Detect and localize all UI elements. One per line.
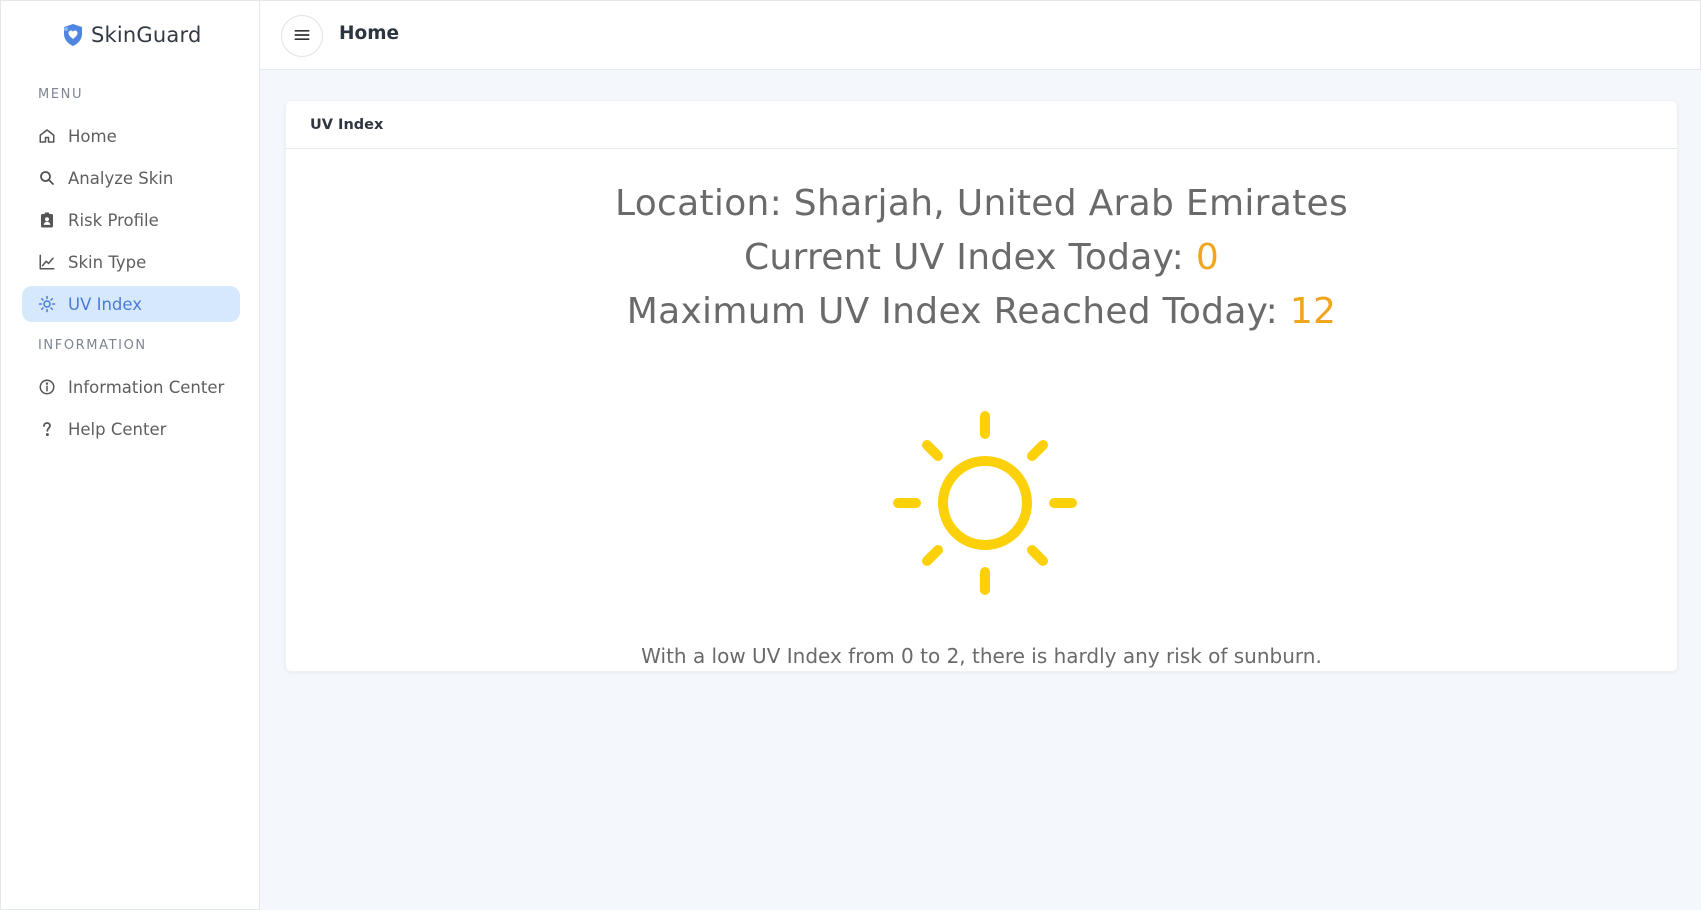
page-title: Home (339, 23, 400, 44)
question-icon (38, 420, 56, 438)
sidebar: SkinGuard MENU Home Analyze Skin Risk Pr… (0, 0, 260, 910)
current-uv-label: Current UV Index Today: (743, 237, 1196, 278)
max-uv-value: 12 (1289, 291, 1337, 332)
max-uv-label: Maximum UV Index Reached Today: (626, 291, 1290, 332)
topbar: Home (260, 0, 1701, 70)
current-uv-line: Current UV Index Today: 0 (286, 237, 1677, 278)
brand-name: SkinGuard (91, 23, 202, 47)
chart-line-icon (38, 253, 56, 271)
sidebar-item-help-center[interactable]: Help Center (22, 411, 240, 447)
sun-icon (890, 408, 1080, 598)
card-header: UV Index (286, 101, 1677, 149)
sidebar-item-label: Help Center (68, 419, 167, 439)
sidebar-item-label: Skin Type (68, 252, 147, 272)
menu-toggle-button[interactable] (281, 15, 323, 57)
sidebar-item-label: UV Index (68, 294, 143, 314)
sun-icon (38, 295, 56, 313)
sidebar-item-label: Home (68, 126, 117, 146)
sidebar-item-label: Risk Profile (68, 210, 159, 230)
location-text: Location: Sharjah, United Arab Emirates (614, 183, 1349, 224)
max-uv-line: Maximum UV Index Reached Today: 12 (286, 291, 1677, 332)
brand[interactable]: SkinGuard (59, 21, 201, 49)
sidebar-item-analyze-skin[interactable]: Analyze Skin (22, 160, 240, 196)
uv-risk-message: With a low UV Index from 0 to 2, there i… (641, 644, 1322, 668)
sidebar-item-risk-profile[interactable]: Risk Profile (22, 202, 240, 238)
sidebar-item-home[interactable]: Home (22, 118, 240, 154)
clipboard-user-icon (38, 211, 56, 229)
home-icon (38, 127, 56, 145)
sidebar-item-information-center[interactable]: Information Center (22, 369, 240, 405)
sidebar-item-uv-index[interactable]: UV Index (22, 286, 240, 322)
sidebar-item-label: Information Center (68, 377, 225, 397)
information-section-title: INFORMATION (38, 338, 147, 353)
info-circle-icon (38, 378, 56, 396)
sidebar-item-label: Analyze Skin (68, 168, 174, 188)
shield-heart-icon (59, 21, 87, 49)
search-icon (38, 169, 56, 187)
hamburger-icon (292, 25, 312, 48)
app-root: SkinGuard MENU Home Analyze Skin Risk Pr… (0, 0, 1701, 910)
sidebar-item-skin-type[interactable]: Skin Type (22, 244, 240, 280)
menu-section-title: MENU (38, 87, 84, 102)
current-uv-value: 0 (1195, 237, 1220, 278)
